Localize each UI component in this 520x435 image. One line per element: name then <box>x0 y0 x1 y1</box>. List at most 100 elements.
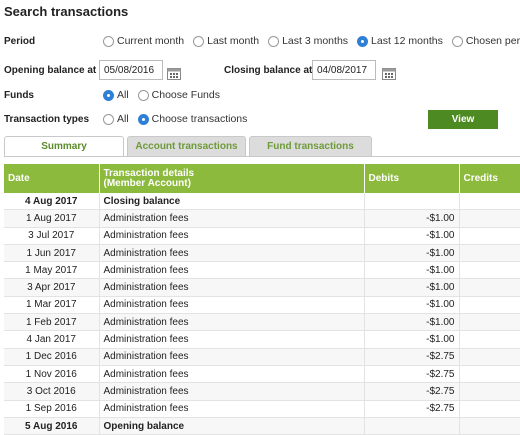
date-cell: 1 Aug 2017 <box>4 209 100 228</box>
credit-cell <box>459 193 520 211</box>
radio-icon[interactable] <box>103 89 114 101</box>
tab-fund-transactions[interactable]: Fund transactions <box>249 136 372 156</box>
closing-balance-date-input[interactable] <box>312 60 376 80</box>
radio-label: Chosen period <box>465 35 520 47</box>
credit-cell <box>459 400 520 418</box>
credits-column-header[interactable]: Credits <box>459 164 520 193</box>
view-button[interactable]: View <box>428 110 498 129</box>
debit-cell: -$2.75 <box>364 382 460 401</box>
radio-label: All <box>117 89 129 101</box>
table-row: 1 Mar 2017 Administration fees -$1.00 <box>4 296 520 315</box>
debit-cell: -$1.00 <box>364 330 460 349</box>
details-cell: Opening balance <box>99 417 365 435</box>
opening-balance-label: Opening balance at <box>4 65 97 76</box>
debit-cell <box>364 417 460 435</box>
date-column-header[interactable]: Date <box>4 164 100 193</box>
table-row: 1 Nov 2016 Administration fees -$2.75 <box>4 365 520 384</box>
transactions-table: Date Transaction details (Member Account)… <box>4 164 520 435</box>
table-row: 5 Aug 2016 Opening balance <box>4 417 520 435</box>
table-row: 4 Aug 2017 Closing balance <box>4 193 520 211</box>
radio-label: Choose Funds <box>151 89 220 101</box>
period-option-current-month[interactable]: Current month <box>103 35 184 47</box>
tab-account-transactions[interactable]: Account transactions <box>127 136 246 156</box>
date-cell: 1 Nov 2016 <box>4 365 100 384</box>
date-cell: 5 Aug 2016 <box>4 417 100 435</box>
details-cell: Administration fees <box>99 313 365 332</box>
radio-icon[interactable] <box>268 35 280 47</box>
details-cell: Administration fees <box>99 348 365 366</box>
period-label: Period <box>4 36 36 47</box>
debit-cell: -$1.00 <box>364 209 460 228</box>
debit-cell: -$2.75 <box>364 348 460 366</box>
period-option-last-3-months[interactable]: Last 3 months <box>268 35 348 47</box>
credit-cell <box>459 278 520 297</box>
debit-cell: -$1.00 <box>364 227 460 245</box>
period-option-chosen-period[interactable]: Chosen period <box>451 35 520 47</box>
funds-radio-group: All Choose Funds <box>103 89 229 101</box>
credit-cell <box>459 209 520 228</box>
date-cell: 1 Sep 2016 <box>4 400 100 418</box>
funds-option-choose-funds[interactable]: Choose Funds <box>137 89 220 101</box>
transaction-types-option-all[interactable]: All <box>103 113 129 125</box>
date-cell: 3 Oct 2016 <box>4 382 100 401</box>
date-cell: 1 Jun 2017 <box>4 244 100 263</box>
radio-icon[interactable] <box>103 113 114 125</box>
details-cell: Closing balance <box>99 193 365 211</box>
date-cell: 1 Feb 2017 <box>4 313 100 332</box>
details-cell: Administration fees <box>99 400 365 418</box>
credit-cell <box>459 227 520 245</box>
debit-cell: -$1.00 <box>364 278 460 297</box>
radio-icon[interactable] <box>137 113 149 125</box>
date-cell: 3 Apr 2017 <box>4 278 100 297</box>
credit-cell <box>459 382 520 401</box>
period-option-last-12-months[interactable]: Last 12 months <box>357 35 443 47</box>
radio-label: Last 3 months <box>282 35 349 47</box>
radio-icon[interactable] <box>357 35 369 47</box>
period-radio-group: Current month Last month Last 3 months Last… <box>103 35 520 47</box>
period-option-last-month[interactable]: Last month <box>193 35 259 47</box>
details-cell: Administration fees <box>99 382 365 401</box>
details-cell: Administration fees <box>99 365 365 384</box>
radio-label: Current month <box>117 35 185 47</box>
radio-label: Last 12 months <box>371 35 443 47</box>
closing-calendar-icon[interactable] <box>382 67 396 80</box>
closing-balance-label: Closing balance at <box>224 65 313 76</box>
table-row: 3 Jul 2017 Administration fees -$1.00 <box>4 227 520 245</box>
transaction-types-label: Transaction types <box>4 114 90 125</box>
details-column-header[interactable]: Transaction details (Member Account) <box>99 164 365 193</box>
radio-icon[interactable] <box>103 35 114 47</box>
table-row: 3 Apr 2017 Administration fees -$1.00 <box>4 278 520 297</box>
table-header-row: Date Transaction details (Member Account)… <box>4 164 520 193</box>
radio-label: Last month <box>207 35 260 47</box>
tab-summary[interactable]: Summary <box>4 136 124 157</box>
transaction-types-option-choose-transactions[interactable]: Choose transactions <box>137 113 247 125</box>
details-cell: Administration fees <box>99 261 365 280</box>
transaction-types-radio-group: All Choose transactions <box>103 113 256 125</box>
debit-cell: -$1.00 <box>364 244 460 263</box>
radio-icon[interactable] <box>193 35 205 47</box>
date-cell: 4 Aug 2017 <box>4 193 100 211</box>
debit-cell: -$1.00 <box>364 261 460 280</box>
radio-label: All <box>117 113 129 125</box>
funds-option-all[interactable]: All <box>103 89 129 101</box>
debits-column-header[interactable]: Debits <box>364 164 460 193</box>
credit-cell <box>459 365 520 384</box>
date-cell: 3 Jul 2017 <box>4 227 100 245</box>
date-cell: 1 May 2017 <box>4 261 100 280</box>
credit-cell <box>459 313 520 332</box>
details-cell: Administration fees <box>99 227 365 245</box>
details-cell: Administration fees <box>99 244 365 263</box>
date-cell: 1 Dec 2016 <box>4 348 100 366</box>
opening-balance-date-input[interactable] <box>99 60 163 80</box>
opening-calendar-icon[interactable] <box>167 67 181 80</box>
debit-cell: -$1.00 <box>364 296 460 315</box>
debit-cell: -$2.75 <box>364 400 460 418</box>
radio-icon[interactable] <box>451 35 463 47</box>
credit-cell <box>459 244 520 263</box>
credit-cell <box>459 417 520 435</box>
radio-icon[interactable] <box>137 89 149 101</box>
details-cell: Administration fees <box>99 209 365 228</box>
page-title: Search transactions <box>4 4 129 19</box>
credit-cell <box>459 261 520 280</box>
details-cell: Administration fees <box>99 330 365 349</box>
